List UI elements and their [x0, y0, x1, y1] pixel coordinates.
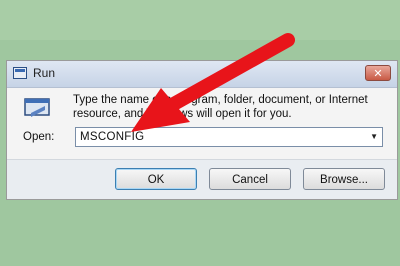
background-band	[0, 0, 400, 40]
cancel-button[interactable]: Cancel	[209, 168, 291, 190]
close-button[interactable]: ✕	[365, 65, 391, 81]
open-label: Open:	[23, 131, 55, 143]
run-window-icon	[13, 67, 27, 79]
open-combobox[interactable]: MSCONFIG ▼	[75, 127, 383, 147]
run-program-icon	[24, 98, 50, 117]
chevron-down-icon[interactable]: ▼	[370, 132, 378, 141]
close-icon: ✕	[373, 68, 383, 80]
ok-button[interactable]: OK	[115, 168, 197, 190]
title-bar[interactable]: Run ✕	[7, 61, 397, 88]
button-footer: OK Cancel Browse...	[7, 159, 397, 199]
run-dialog: Run ✕ Type the name of a program, folder…	[6, 60, 398, 200]
dialog-title: Run	[33, 66, 56, 80]
dialog-description: Type the name of a program, folder, docu…	[73, 94, 368, 120]
browse-button[interactable]: Browse...	[303, 168, 385, 190]
open-input[interactable]: MSCONFIG	[80, 131, 144, 143]
